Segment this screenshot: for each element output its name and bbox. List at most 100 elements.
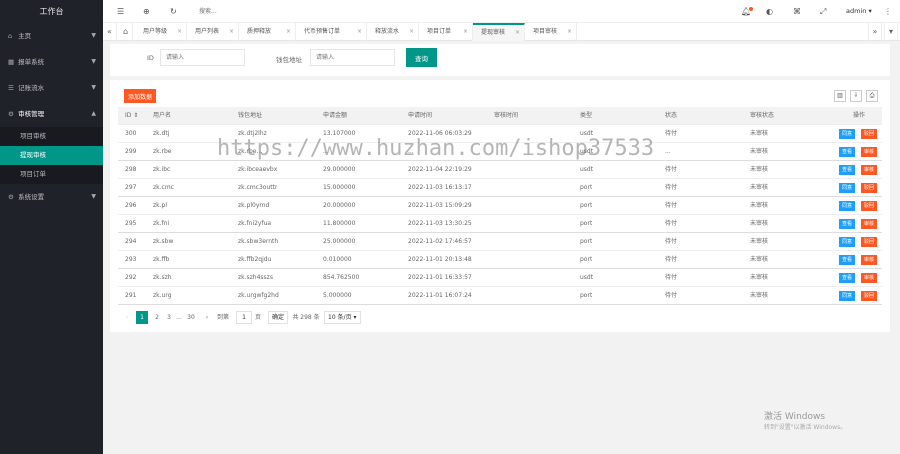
close-icon[interactable]: × bbox=[409, 23, 414, 41]
bell-icon[interactable]: 🔔︎ bbox=[741, 0, 751, 23]
page-last[interactable]: 30 bbox=[184, 311, 198, 324]
home-tab-icon[interactable]: ⌂ bbox=[119, 23, 133, 41]
row-action-primary-button[interactable]: 同意 bbox=[839, 201, 856, 211]
tab-user-level[interactable]: 用户等级 × bbox=[135, 23, 187, 41]
goto-confirm-button[interactable]: 确定 bbox=[268, 311, 289, 324]
fullscreen-icon[interactable]: ⤢ bbox=[820, 0, 826, 23]
row-action-primary-button[interactable]: 查看 bbox=[839, 147, 856, 157]
tab-project-audit[interactable]: 项目审核 × bbox=[525, 23, 577, 41]
row-action-secondary-button[interactable]: 审核 bbox=[861, 147, 878, 157]
row-action-primary-button[interactable]: 查看 bbox=[839, 255, 856, 265]
sidebar-item-settings[interactable]: ⚙ 系统设置 ▼ bbox=[0, 184, 103, 210]
page-unit: 页 bbox=[254, 314, 261, 321]
more-vertical-icon[interactable]: ⋮ bbox=[884, 0, 892, 23]
cell-addr: zk.cmc3outtr bbox=[238, 184, 278, 191]
tabs-menu-icon[interactable]: ▾ bbox=[884, 23, 898, 41]
tabs-left-icon[interactable]: « bbox=[103, 23, 117, 41]
close-icon[interactable]: × bbox=[463, 23, 468, 41]
row-action-primary-button[interactable]: 查看 bbox=[839, 273, 856, 283]
cell-status: 待付 bbox=[665, 130, 678, 137]
close-icon[interactable]: × bbox=[515, 25, 520, 41]
close-icon[interactable]: × bbox=[177, 23, 182, 41]
close-icon[interactable]: × bbox=[567, 23, 572, 41]
cell-id: 292 bbox=[125, 274, 137, 281]
user-menu[interactable]: admin ▾ bbox=[846, 0, 872, 23]
row-action-secondary-button[interactable]: 驳回 bbox=[861, 183, 878, 193]
tab-stake-release[interactable]: 质押释放 × bbox=[239, 23, 296, 41]
menu-toggle-icon[interactable]: ☰ bbox=[117, 0, 124, 23]
globe-icon[interactable]: ⊕ bbox=[143, 0, 150, 23]
row-action-secondary-button[interactable]: 审核 bbox=[861, 255, 878, 265]
cell-id: 293 bbox=[125, 256, 137, 263]
chevron-up-icon: ▲ bbox=[91, 110, 96, 117]
wallet-label: 钱包地址 bbox=[276, 56, 302, 64]
tab-withdraw-audit[interactable]: 提现审核 × bbox=[473, 23, 525, 41]
tab-label: 项目订单 bbox=[427, 28, 452, 35]
row-action-secondary-button[interactable]: 驳回 bbox=[861, 237, 878, 247]
cell-amount: 0.010000 bbox=[323, 256, 352, 263]
sidebar-subitem-project-orders[interactable]: 项目订单 bbox=[0, 165, 103, 184]
next-page-icon[interactable]: › bbox=[202, 311, 212, 324]
export-icon[interactable]: ⇩ bbox=[850, 90, 862, 102]
cell-status: ... bbox=[665, 148, 671, 155]
tab-project-orders[interactable]: 项目订单 × bbox=[419, 23, 473, 41]
sidebar-item-label: 审核管理 bbox=[18, 110, 45, 118]
tab-label: 提现审核 bbox=[481, 29, 506, 36]
tab-presale-orders[interactable]: 代币预售订单 × bbox=[296, 23, 367, 41]
cell-status: 待付 bbox=[665, 220, 678, 227]
sidebar-item-ledger[interactable]: ☰ 记账流水 ▼ bbox=[0, 75, 103, 101]
cell-addr: zk.pl0yrnd bbox=[238, 202, 270, 209]
row-action-primary-button[interactable]: 查看 bbox=[839, 219, 856, 229]
sidebar-subitem-project-audit[interactable]: 项目审核 bbox=[0, 127, 103, 146]
username: admin bbox=[846, 7, 867, 15]
row-action-primary-button[interactable]: 同意 bbox=[839, 291, 856, 301]
tab-user-list[interactable]: 用户列表 × bbox=[187, 23, 239, 41]
close-icon[interactable]: × bbox=[286, 23, 291, 41]
sidebar-subitem-withdraw-audit[interactable]: 提现审核 bbox=[0, 146, 103, 165]
row-action-primary-button[interactable]: 同意 bbox=[839, 237, 856, 247]
page-1[interactable]: 1 bbox=[136, 311, 148, 324]
tab-label: 用户列表 bbox=[195, 28, 220, 35]
row-action-primary-button[interactable]: 查看 bbox=[839, 165, 856, 175]
id-input[interactable] bbox=[160, 49, 245, 66]
cell-status: 待付 bbox=[665, 202, 678, 209]
cell-time: 2022-11-03 16:13:17 bbox=[408, 184, 472, 191]
tag-icon[interactable]: ⌘ bbox=[793, 0, 801, 23]
add-data-button[interactable]: 添加数据 bbox=[124, 89, 157, 103]
cell-status: 待付 bbox=[665, 274, 678, 281]
page-3[interactable]: 3 bbox=[164, 311, 174, 324]
col-id[interactable]: ID ⇕ bbox=[125, 107, 138, 125]
sidebar-item-orders[interactable]: ▦ 报单系统 ▼ bbox=[0, 49, 103, 75]
search-input[interactable] bbox=[199, 5, 259, 18]
row-action-secondary-button[interactable]: 审核 bbox=[861, 273, 878, 283]
prev-page-icon[interactable]: ‹ bbox=[122, 311, 132, 324]
query-button[interactable]: 查询 bbox=[406, 48, 437, 67]
theme-icon[interactable]: ◐ bbox=[766, 0, 773, 23]
sidebar-item-audit[interactable]: ⚙ 审核管理 ▲ bbox=[0, 101, 103, 127]
col-status: 状态 bbox=[665, 112, 678, 119]
row-action-secondary-button[interactable]: 审核 bbox=[861, 219, 878, 229]
row-action-secondary-button[interactable]: 驳回 bbox=[861, 129, 878, 139]
tabs-right-icon[interactable]: » bbox=[868, 23, 882, 41]
sidebar-item-home[interactable]: ⌂ 主页 ▼ bbox=[0, 23, 103, 49]
refresh-icon[interactable]: ↻ bbox=[170, 0, 177, 23]
wallet-input[interactable] bbox=[310, 49, 395, 66]
print-icon[interactable]: ⎙ bbox=[866, 90, 878, 102]
cell-type: port bbox=[580, 256, 593, 263]
row-action-secondary-button[interactable]: 驳回 bbox=[861, 291, 878, 301]
row-action-primary-button[interactable]: 同意 bbox=[839, 129, 856, 139]
sidebar-item-label: 系统设置 bbox=[18, 193, 45, 201]
close-icon[interactable]: × bbox=[357, 23, 362, 41]
row-action-primary-button[interactable]: 同意 bbox=[839, 183, 856, 193]
row-action-secondary-button[interactable]: 驳回 bbox=[861, 201, 878, 211]
row-action-secondary-button[interactable]: 审核 bbox=[861, 165, 878, 175]
close-icon[interactable]: × bbox=[229, 23, 234, 41]
page-2[interactable]: 2 bbox=[152, 311, 162, 324]
cell-id: 300 bbox=[125, 130, 137, 137]
columns-icon[interactable]: ▥ bbox=[834, 90, 846, 102]
tab-label: 代币预售订单 bbox=[304, 28, 341, 35]
tab-release-flow[interactable]: 释放流水 × bbox=[367, 23, 419, 41]
search-panel: ID 钱包地址 查询 bbox=[110, 44, 890, 76]
goto-page-input[interactable] bbox=[236, 311, 252, 324]
page-size-select[interactable]: 10 条/页 ▾ bbox=[324, 311, 361, 324]
